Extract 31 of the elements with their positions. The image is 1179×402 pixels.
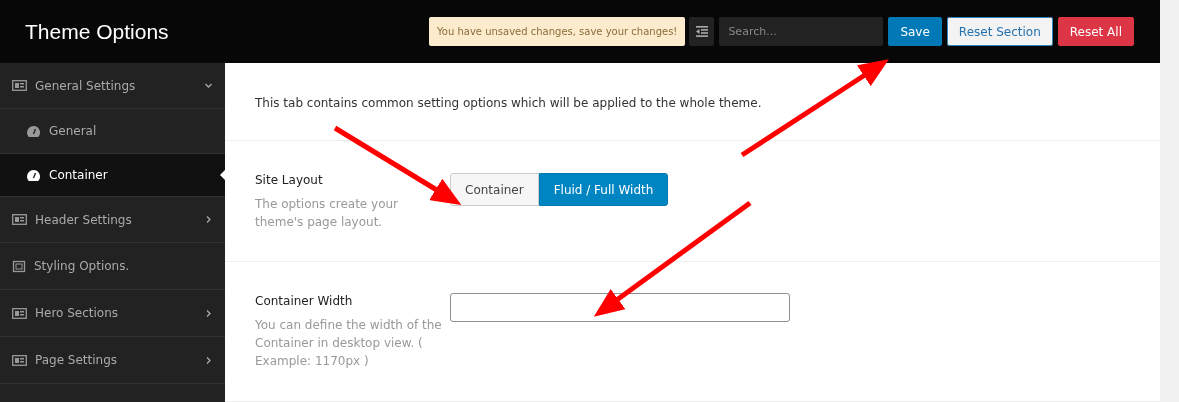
- page-title: Theme Options: [25, 19, 170, 44]
- reset-section-button[interactable]: Reset Section: [946, 17, 1053, 46]
- gauge-icon: [26, 168, 41, 182]
- sidebar-item-label: Header Settings: [35, 212, 133, 227]
- sidebar-item-label: Page Settings: [35, 353, 119, 367]
- search-field[interactable]: Search...: [719, 17, 884, 46]
- width-input-field[interactable]: [450, 293, 790, 322]
- layout-option[interactable]: Fluid / Full Width: [538, 173, 669, 206]
- sidebar-item-label: General: [49, 124, 98, 138]
- frame-icon: [12, 259, 26, 273]
- setting-description: The options create your theme's page layout.: [255, 196, 400, 231]
- layout-option[interactable]: Container: [450, 173, 539, 206]
- collapse-button[interactable]: [689, 17, 715, 46]
- setting-description: You can define the width of the Container in desktop view. ( Example: 1170px ): [255, 317, 443, 370]
- setting-title: Site Layout: [255, 173, 324, 187]
- sidebar-item-label: Styling Options.: [34, 259, 131, 273]
- reset-all-button[interactable]: Reset All: [1057, 17, 1134, 46]
- sidebar-item-label: General Settings: [35, 78, 137, 93]
- sidebar-item-label: Container: [49, 168, 109, 182]
- panel-icon: [12, 80, 27, 91]
- setting-title: Container Width: [255, 294, 354, 308]
- intro-text: This tab contains common setting options which will be applied to the whole theme.: [225, 63, 1160, 141]
- sidebar-item[interactable]: Container: [0, 154, 225, 197]
- panel-icon: [12, 307, 27, 319]
- gauge-icon: [26, 124, 41, 138]
- panel-icon: [12, 214, 27, 225]
- indent-icon: [695, 26, 708, 37]
- panel-icon: [12, 354, 27, 366]
- sidebar-item-label: Hero Sections: [35, 306, 120, 320]
- unsaved-notice: You have unsaved changes, save your changes!: [429, 17, 686, 46]
- save-button[interactable]: Save: [888, 17, 942, 46]
